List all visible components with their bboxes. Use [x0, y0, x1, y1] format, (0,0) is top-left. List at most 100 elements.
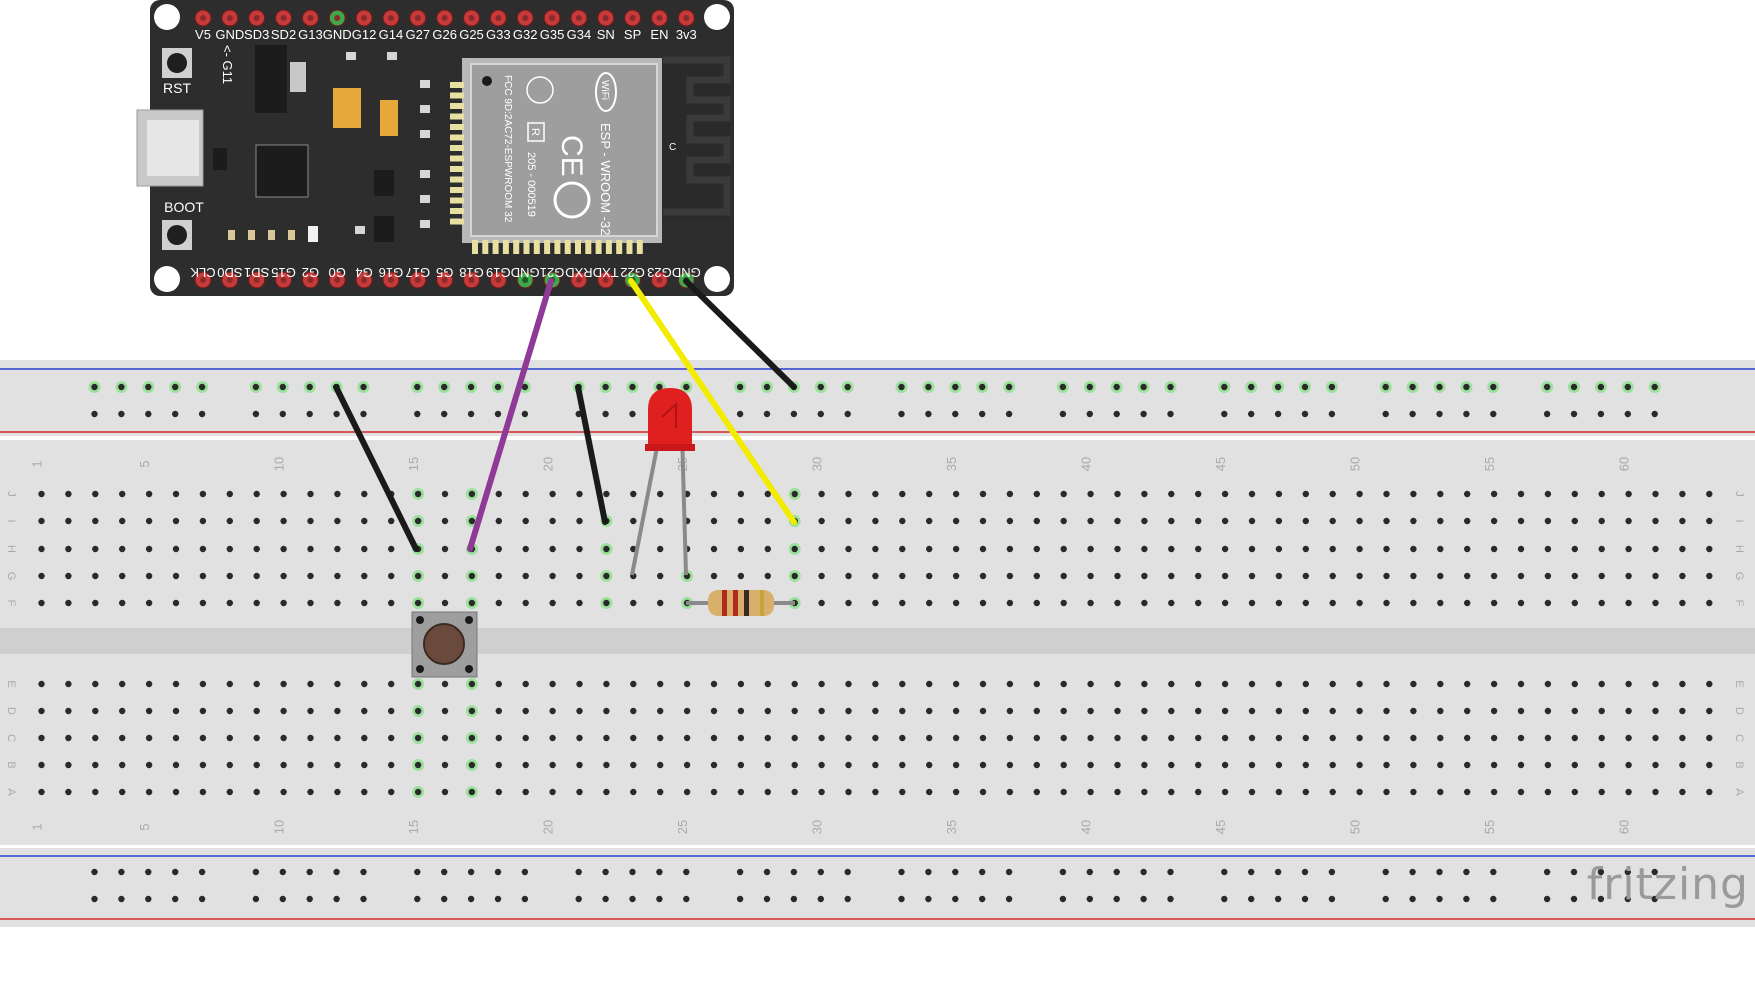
breadboard-hole	[414, 734, 422, 742]
breadboard-hole	[1060, 490, 1067, 498]
column-number: 15	[406, 820, 421, 834]
breadboard-hole	[1383, 734, 1390, 742]
breadboard-hole	[1356, 761, 1363, 769]
breadboard-hole	[1302, 599, 1310, 607]
rail-hole	[979, 868, 986, 876]
rail-hole	[306, 383, 313, 391]
ce-mark: CE	[555, 135, 588, 177]
bottom-pin-label: G0	[329, 265, 346, 280]
breadboard-hole	[1087, 572, 1094, 580]
breadboard-hole	[1490, 761, 1498, 769]
breadboard-hole	[119, 545, 126, 553]
breadboard-hole	[1598, 490, 1605, 498]
breadboard-hole	[791, 761, 798, 769]
rail-hole	[1221, 895, 1228, 903]
breadboard-hole	[1517, 761, 1525, 769]
breadboard-hole	[872, 545, 879, 553]
top-pin-label: GND	[323, 27, 352, 42]
breadboard-hole	[1114, 599, 1121, 607]
breadboard-hole	[1006, 788, 1014, 796]
breadboard-hole	[226, 490, 233, 498]
breadboard-hole	[1598, 707, 1605, 715]
rail-hole	[1274, 895, 1282, 903]
breadboard-hole	[253, 572, 260, 580]
row-letter: A	[1733, 788, 1745, 796]
breadboard-hole	[872, 599, 879, 607]
breadboard-hole	[280, 572, 287, 580]
breadboard-hole	[361, 517, 368, 525]
breadboard-hole	[1598, 599, 1605, 607]
breadboard-hole	[334, 517, 341, 525]
rail-hole	[414, 383, 421, 391]
breadboard-hole	[657, 680, 664, 688]
breadboard-hole	[1168, 788, 1175, 796]
breadboard-hole	[1437, 599, 1444, 607]
breadboard-hole	[1060, 572, 1067, 580]
rail-hole	[252, 383, 260, 391]
breadboard-hole	[1033, 545, 1041, 553]
breadboard-hole	[307, 680, 314, 688]
breadboard-hole	[764, 572, 771, 580]
breadboard-hole	[38, 680, 45, 688]
breadboard-hole	[926, 572, 933, 580]
rail-hole	[1086, 868, 1094, 876]
column-number: 35	[944, 457, 959, 471]
top-pin-label: G34	[567, 27, 592, 42]
breadboard-hole	[92, 572, 99, 580]
breadboard-hole	[495, 599, 502, 607]
breadboard-hole	[630, 734, 637, 742]
rail-hole	[1059, 895, 1067, 903]
usb-uart-chip	[255, 144, 309, 198]
breadboard-hole	[1437, 734, 1444, 742]
column-number: 30	[810, 457, 825, 471]
breadboard-hole	[926, 680, 933, 688]
breadboard-hole	[1598, 734, 1605, 742]
breadboard-hole	[1114, 707, 1121, 715]
rail-hole	[521, 895, 529, 903]
breadboard-hole	[1410, 680, 1417, 688]
rail-hole	[1248, 383, 1255, 391]
breadboard-hole	[1141, 761, 1148, 769]
breadboard-hole	[1248, 734, 1256, 742]
breadboard-hole	[119, 490, 126, 498]
rail-hole	[979, 895, 986, 903]
breadboard-hole	[1410, 490, 1417, 498]
breadboard-hole	[1383, 788, 1390, 796]
breadboard-hole	[710, 761, 718, 769]
rail-hole	[467, 895, 475, 903]
breadboard-hole	[1383, 599, 1390, 607]
row-letter: D	[1733, 707, 1745, 715]
breadboard-hole	[1490, 707, 1498, 715]
breadboard-hole	[495, 707, 502, 715]
breadboard-hole	[1706, 680, 1713, 688]
breadboard-hole	[737, 734, 745, 742]
breadboard-hole	[1571, 517, 1579, 525]
breadboard-hole	[1679, 707, 1686, 715]
rail-hole	[1113, 410, 1120, 418]
rail-hole	[1570, 410, 1578, 418]
breadboard-hole	[172, 788, 180, 796]
breadboard-hole	[495, 761, 502, 769]
breadboard-hole	[1356, 680, 1363, 688]
breadboard-hole	[1652, 761, 1659, 769]
breadboard-hole	[226, 761, 233, 769]
breadboard-hole	[65, 545, 72, 553]
breadboard-hole	[710, 734, 718, 742]
rail-hole	[414, 895, 421, 903]
breadboard-hole	[549, 517, 556, 525]
breadboard-hole	[1517, 680, 1525, 688]
rail-hole	[790, 410, 798, 418]
breadboard-hole	[1437, 788, 1444, 796]
breadboard-diagram: J JI IH HG GF FE ED DC CB BA A11551010151520202525…	[0, 0, 1755, 927]
rail-hole	[1382, 895, 1389, 903]
breadboard-hole	[414, 517, 422, 525]
breadboard-hole	[764, 734, 771, 742]
breadboard-hole	[845, 599, 852, 607]
breadboard-hole	[1329, 490, 1336, 498]
breadboard-hole	[1248, 490, 1256, 498]
top-pin-label: G33	[486, 27, 511, 42]
breadboard-hole	[145, 788, 153, 796]
breadboard-hole	[1060, 734, 1067, 742]
column-number: 50	[1348, 457, 1363, 471]
breadboard-hole	[818, 680, 825, 688]
